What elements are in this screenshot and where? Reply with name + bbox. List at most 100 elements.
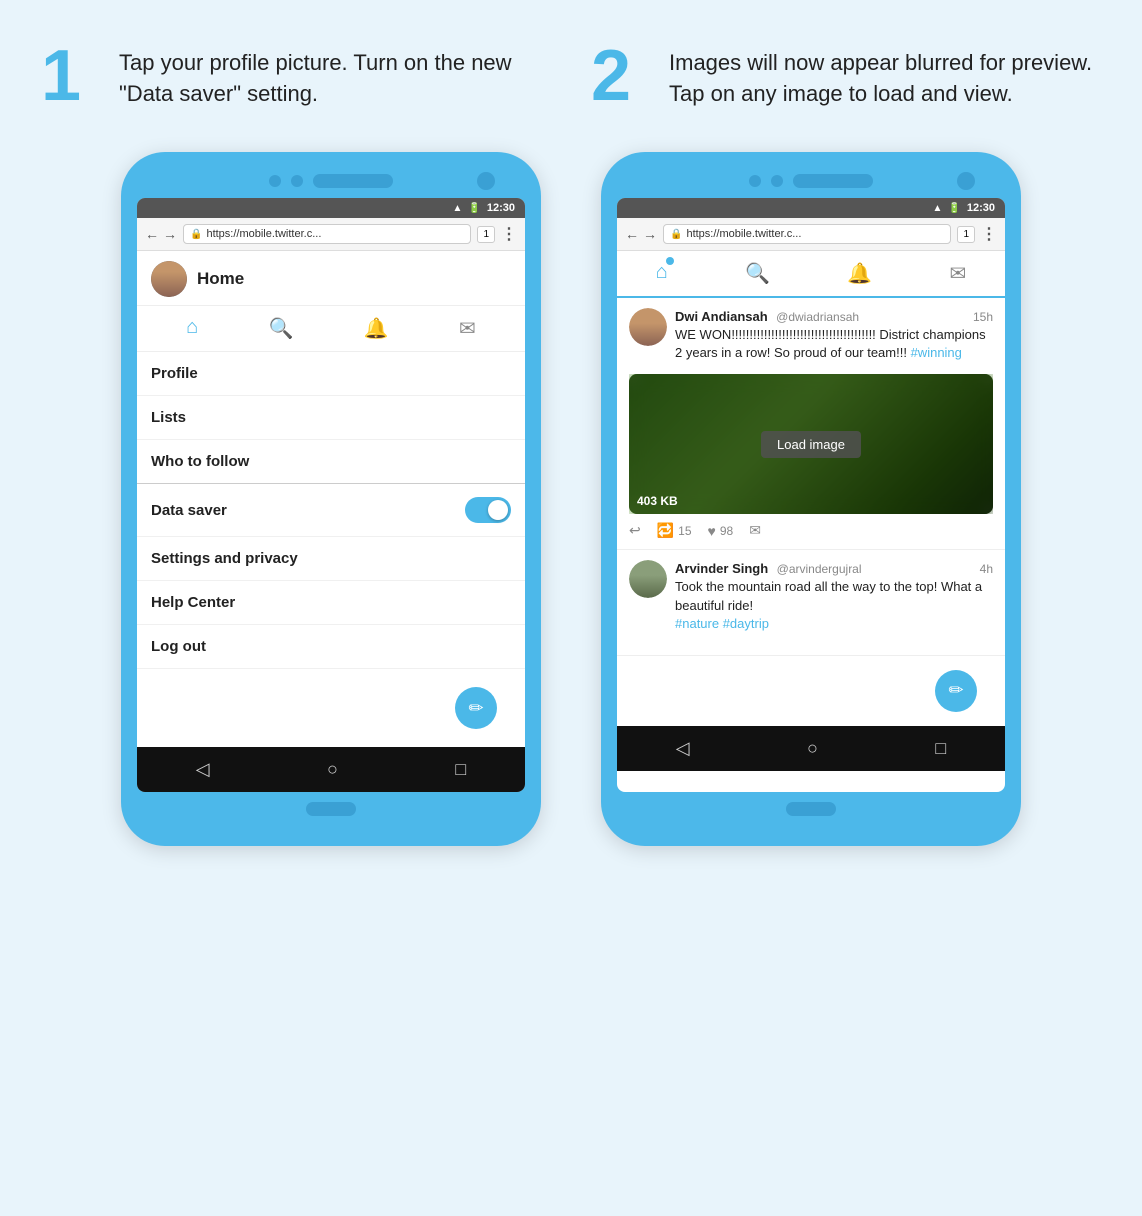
nav-bell[interactable]: 🔔 (827, 251, 892, 296)
phone-1-speaker (313, 174, 393, 188)
browser-url-bar-2[interactable]: 🔒 https://mobile.twitter.c... (663, 224, 951, 244)
browser-menu-icon-2[interactable]: ⋮ (981, 224, 997, 244)
signal-icon: ▲ (453, 203, 463, 214)
back-button[interactable]: ◁ (196, 759, 210, 780)
nav-icons-bar: ⌂ 🔍 🔔 ✉ (137, 306, 525, 352)
avatar[interactable] (151, 261, 187, 297)
lock-icon: 🔒 (190, 229, 202, 240)
browser-url-bar[interactable]: 🔒 https://mobile.twitter.c... (183, 224, 471, 244)
phone-1-screen: ▲ 🔋 12:30 ← → 🔒 https://mobile.twitter.c… (137, 198, 525, 792)
compose-fab-2[interactable]: ✏ (935, 670, 977, 712)
phone-2-bottom-bar: ◁ ○ □ (617, 726, 1005, 771)
phone-1-bottom-bar: ◁ ○ □ (137, 747, 525, 792)
step-1-text: Tap your profile picture. Turn on the ne… (119, 40, 551, 110)
help-label: Help Center (151, 594, 235, 611)
mail-nav-icon[interactable]: ✉ (459, 316, 476, 341)
step-2: 2 Images will now appear blurred for pre… (591, 40, 1101, 112)
phone-1-home-pill (306, 802, 356, 816)
back-arrow-icon-2[interactable]: ← (625, 226, 639, 242)
nav-home[interactable]: ⌂ (636, 251, 688, 296)
phone-2-browser-bar[interactable]: ← → 🔒 https://mobile.twitter.c... 1 ⋮ (617, 218, 1005, 251)
step-2-text: Images will now appear blurred for previ… (669, 40, 1101, 110)
home-button-2[interactable]: ○ (807, 738, 818, 759)
phone-2-screen: ▲ 🔋 12:30 ← → 🔒 https://mobile.twitter.c… (617, 198, 1005, 792)
tweet-1-text: WE WON!!!!!!!!!!!!!!!!!!!!!!!!!!!!!!!!!!… (675, 326, 993, 362)
retweet-action[interactable]: 🔁 15 (657, 522, 692, 539)
tweet-1-image[interactable]: Load image 403 KB (629, 374, 993, 514)
toggle-knob (488, 500, 508, 520)
phone-1-top-bar (137, 174, 525, 188)
phones-section: ▲ 🔋 12:30 ← → 🔒 https://mobile.twitter.c… (41, 152, 1101, 846)
phone-2-speaker (793, 174, 873, 188)
phone-1-dot-left (269, 175, 281, 187)
phone-1-browser-bar[interactable]: ← → 🔒 https://mobile.twitter.c... 1 ⋮ (137, 218, 525, 251)
url-text: https://mobile.twitter.c... (206, 228, 321, 240)
compose-fab[interactable]: ✏ (455, 687, 497, 729)
phone-1-status-bar: ▲ 🔋 12:30 (137, 198, 525, 218)
tweet-2-hashtags[interactable]: #nature #daytrip (675, 616, 769, 631)
tweet-1-hashtag[interactable]: #winning (911, 345, 962, 360)
back-arrow-icon[interactable]: ← (145, 226, 159, 242)
mail-icon: ✉ (950, 263, 967, 285)
phone-1-camera (477, 172, 495, 190)
tweet-1-name: Dwi Andiansah (675, 309, 768, 324)
dm-action[interactable]: ✉ (749, 522, 761, 539)
battery-icon-2: 🔋 (948, 203, 960, 214)
menu-item-logout[interactable]: Log out (137, 625, 525, 669)
reply-action[interactable]: ↩ (629, 522, 641, 539)
home-nav-icon[interactable]: ⌂ (186, 316, 198, 341)
phone-2-top-bar (617, 174, 1005, 188)
blur-overlay: Load image (629, 374, 993, 514)
tweet-2-name: Arvinder Singh (675, 561, 768, 576)
load-image-button[interactable]: Load image (761, 431, 861, 458)
menu-item-help[interactable]: Help Center (137, 581, 525, 625)
tweet-2-avatar (629, 560, 667, 598)
tweet-1: Dwi Andiansah @dwiadriansah 15h WE WON!!… (617, 298, 1005, 550)
browser-nav-2: ← → (625, 226, 657, 242)
tweet-2-text: Took the mountain road all the way to th… (675, 578, 993, 633)
forward-arrow-icon-2[interactable]: → (643, 226, 657, 242)
steps-section: 1 Tap your profile picture. Turn on the … (41, 40, 1101, 112)
tweet-1-actions: ↩ 🔁 15 ♥ 98 ✉ (629, 522, 993, 539)
menu-item-profile[interactable]: Profile (137, 352, 525, 396)
bell-nav-icon[interactable]: 🔔 (364, 316, 389, 341)
tweet-2-time: 4h (980, 562, 993, 576)
like-action[interactable]: ♥ 98 (708, 523, 734, 539)
dm-icon: ✉ (749, 522, 761, 539)
settings-label: Settings and privacy (151, 550, 298, 567)
phone-2-time: 12:30 (967, 202, 995, 214)
phone-2-camera (957, 172, 975, 190)
bell-icon: 🔔 (847, 263, 872, 285)
phone-2: ▲ 🔋 12:30 ← → 🔒 https://mobile.twitter.c… (601, 152, 1021, 846)
menu-item-settings[interactable]: Settings and privacy (137, 537, 525, 581)
tweet-2: Arvinder Singh @arvindergujral 4h Took t… (617, 550, 1005, 656)
url-text-2: https://mobile.twitter.c... (686, 228, 801, 240)
forward-arrow-icon[interactable]: → (163, 226, 177, 242)
recents-button[interactable]: □ (455, 759, 466, 780)
phone-2-status-bar: ▲ 🔋 12:30 (617, 198, 1005, 218)
menu-item-data-saver[interactable]: Data saver (137, 484, 525, 537)
data-saver-toggle[interactable] (465, 497, 511, 523)
nav-mail[interactable]: ✉ (930, 251, 987, 296)
reply-icon: ↩ (629, 522, 641, 539)
recents-button-2[interactable]: □ (935, 738, 946, 759)
menu-profile-label: Profile (151, 365, 198, 382)
browser-menu-icon[interactable]: ⋮ (501, 224, 517, 244)
data-saver-label: Data saver (151, 502, 227, 519)
step-2-number: 2 (591, 40, 651, 112)
back-button-2[interactable]: ◁ (676, 738, 690, 759)
browser-nav: ← → (145, 226, 177, 242)
home-icon: ⌂ (656, 261, 668, 283)
phone-1: ▲ 🔋 12:30 ← → 🔒 https://mobile.twitter.c… (121, 152, 541, 846)
retweet-icon: 🔁 (657, 522, 674, 539)
like-count: 98 (720, 524, 733, 538)
twitter-nav-bar: ⌂ 🔍 🔔 ✉ (617, 251, 1005, 298)
search-nav-icon[interactable]: 🔍 (269, 316, 294, 341)
menu-who-label: Who to follow (151, 453, 249, 470)
nav-search[interactable]: 🔍 (725, 251, 790, 296)
menu-item-who-to-follow[interactable]: Who to follow (137, 440, 525, 484)
tab-button-2[interactable]: 1 (957, 226, 975, 243)
home-button[interactable]: ○ (327, 759, 338, 780)
tab-button[interactable]: 1 (477, 226, 495, 243)
menu-item-lists[interactable]: Lists (137, 396, 525, 440)
